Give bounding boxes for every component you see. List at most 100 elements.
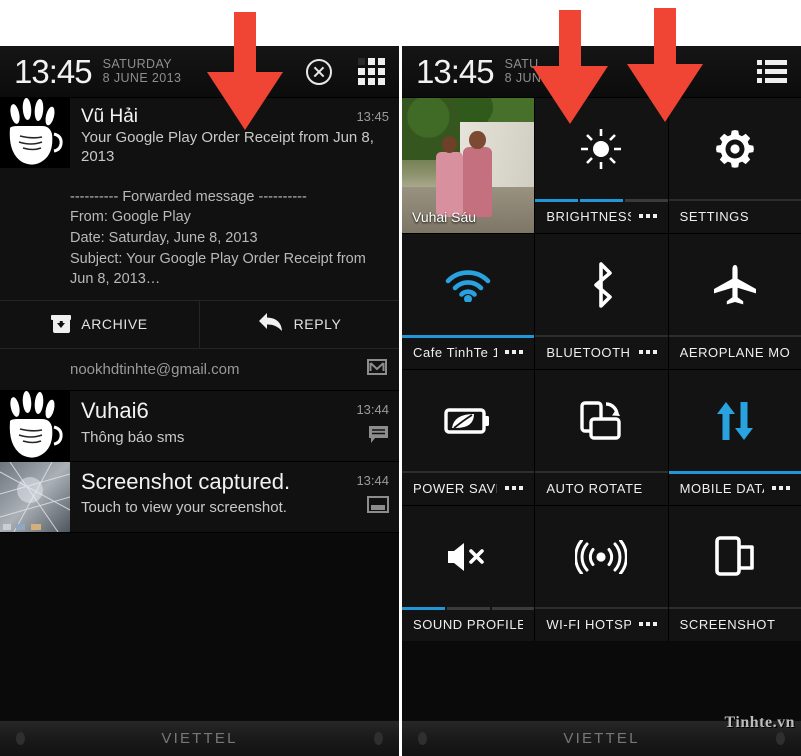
left-statusbar: 13:45 SATURDAY 8 JUNE 2013 bbox=[0, 46, 399, 98]
screenshot-icon bbox=[367, 495, 389, 518]
avatar bbox=[0, 98, 70, 168]
screenshot-tile-icon bbox=[669, 506, 801, 607]
tile-wifi[interactable]: Cafe TinhTe 1 bbox=[402, 234, 535, 369]
tile-bluetooth[interactable]: BLUETOOTH bbox=[535, 234, 668, 369]
annotation-arrow-1 bbox=[207, 12, 283, 132]
notification-subtitle: Touch to view your screenshot. bbox=[81, 498, 287, 516]
navbar-dot-left bbox=[418, 732, 427, 745]
annotation-arrow-2 bbox=[532, 10, 608, 130]
tile-divider bbox=[535, 335, 668, 337]
carrier-label: VIETTEL bbox=[563, 730, 640, 747]
tile-settings-footer: SETTINGS bbox=[668, 199, 801, 233]
notification-sms[interactable]: Vuhai6 13:44 Thông báo sms bbox=[0, 390, 399, 462]
overflow-dots-icon[interactable] bbox=[505, 486, 524, 490]
reply-label: REPLY bbox=[293, 316, 342, 333]
notification-time: 13:45 bbox=[356, 109, 389, 124]
tile-brightness-footer: BRIGHTNESS bbox=[535, 199, 668, 233]
navbar-dot-left bbox=[16, 732, 25, 745]
mobile-data-indicator bbox=[668, 471, 801, 474]
notification-screenshot[interactable]: Screenshot captured. 13:44 Touch to view… bbox=[0, 461, 399, 533]
hotspot-icon bbox=[535, 506, 667, 607]
list-view-icon[interactable] bbox=[757, 60, 787, 83]
notification-body: ---------- Forwarded message ---------- … bbox=[70, 188, 366, 288]
notification-subtitle: Your Google Play Order Receipt from Jun … bbox=[81, 129, 374, 165]
tile-power-save[interactable]: POWER SAVER bbox=[402, 370, 535, 505]
tile-label: Cafe TinhTe 1 bbox=[413, 344, 498, 360]
left-navbar: VIETTEL bbox=[0, 720, 399, 756]
notification-gmail[interactable]: Vũ Hải 13:45 Your Google Play Order Rece… bbox=[0, 98, 399, 391]
overflow-dots-icon[interactable] bbox=[771, 486, 790, 490]
tile-label: SETTINGS bbox=[679, 208, 750, 224]
bluetooth-icon bbox=[535, 234, 667, 335]
overflow-dots-icon[interactable] bbox=[638, 350, 657, 354]
annotation-arrow-3 bbox=[627, 8, 703, 128]
brightness-indicator[interactable] bbox=[535, 199, 668, 202]
tile-wifi-hotspot[interactable]: WI-FI HOTSPOT bbox=[535, 506, 668, 641]
tile-divider bbox=[402, 471, 535, 473]
left-date-label: 8 JUNE 2013 bbox=[102, 70, 182, 85]
tile-label: MOBILE DATA bbox=[679, 480, 764, 496]
tile-divider bbox=[668, 607, 801, 609]
tile-label: WI-FI HOTSPOT bbox=[546, 616, 631, 632]
tile-label: BRIGHTNESS bbox=[546, 208, 631, 224]
app-grid-icon[interactable] bbox=[358, 58, 385, 85]
archive-button[interactable]: ARCHIVE bbox=[0, 301, 199, 348]
quick-settings-grid: Vuhai Sáu BRIGHTNESS SETTINGS Cafe TinhT… bbox=[402, 98, 801, 641]
tile-divider bbox=[668, 199, 801, 201]
reply-arrow-icon bbox=[258, 312, 284, 337]
tile-sound-profile-footer: SOUND PROFILE bbox=[402, 607, 535, 641]
right-phone-panel: 13:45 SATU 8 JUN Vuhai Sáu BRIGHTNESS SE… bbox=[402, 46, 801, 756]
speaker-mute-icon bbox=[402, 506, 534, 607]
overflow-dots-icon[interactable] bbox=[505, 350, 524, 354]
watermark: Tinhte.vn bbox=[724, 714, 795, 731]
tile-sound-profile[interactable]: SOUND PROFILE bbox=[402, 506, 535, 641]
notification-subtitle: Thông báo sms bbox=[81, 428, 185, 446]
tile-label: POWER SAVER bbox=[413, 480, 497, 496]
mobile-data-arrows-icon bbox=[669, 370, 801, 471]
tile-bluetooth-footer: BLUETOOTH bbox=[535, 335, 668, 369]
aeroplane-icon bbox=[669, 234, 801, 335]
sound-profile-indicator[interactable] bbox=[402, 607, 535, 610]
tile-label: SCREENSHOT bbox=[679, 616, 776, 632]
tile-mobile-data[interactable]: MOBILE DATA bbox=[668, 370, 801, 505]
tile-aeroplane-mode[interactable]: AEROPLANE MODE bbox=[668, 234, 801, 369]
tile-screenshot[interactable]: SCREENSHOT bbox=[668, 506, 801, 641]
left-phone-panel: 13:45 SATURDAY 8 JUNE 2013 Vũ Hải 13:45 … bbox=[0, 46, 399, 756]
left-clock: 13:45 bbox=[14, 53, 93, 90]
screenshot-root: 13:45 SATURDAY 8 JUNE 2013 Vũ Hải 13:45 … bbox=[0, 0, 801, 756]
tile-aeroplane-footer: AEROPLANE MODE bbox=[668, 335, 801, 369]
tile-screenshot-footer: SCREENSHOT bbox=[668, 607, 801, 641]
tile-label: BLUETOOTH bbox=[546, 344, 631, 360]
tile-divider bbox=[535, 471, 668, 473]
notification-account-row[interactable]: nookhdtinhte@gmail.com bbox=[0, 347, 399, 390]
reply-button[interactable]: REPLY bbox=[199, 300, 399, 348]
notification-title: Vuhai6 bbox=[81, 397, 149, 423]
account-email: nookhdtinhte@gmail.com bbox=[70, 360, 240, 378]
overflow-dots-icon[interactable] bbox=[638, 214, 657, 218]
panel-divider bbox=[399, 0, 402, 756]
archive-label: ARCHIVE bbox=[81, 316, 148, 333]
tile-auto-rotate-footer: AUTO ROTATE bbox=[535, 471, 668, 505]
screenshot-thumbnail bbox=[0, 461, 70, 532]
battery-leaf-icon bbox=[402, 370, 534, 471]
close-circle-icon[interactable] bbox=[306, 58, 332, 85]
carrier-label: VIETTEL bbox=[161, 730, 238, 747]
wifi-icon bbox=[402, 234, 534, 335]
tile-wifi-hotspot-footer: WI-FI HOTSPOT bbox=[535, 607, 668, 641]
notification-time: 13:44 bbox=[356, 472, 389, 488]
tile-mobile-data-footer: MOBILE DATA bbox=[668, 471, 801, 505]
tile-wifi-footer: Cafe TinhTe 1 bbox=[402, 335, 535, 369]
navbar-dot-right bbox=[776, 732, 785, 745]
overflow-dots-icon[interactable] bbox=[638, 622, 657, 626]
tile-divider bbox=[535, 607, 668, 609]
tile-power-save-footer: POWER SAVER bbox=[402, 471, 535, 505]
tile-auto-rotate[interactable]: AUTO ROTATE bbox=[535, 370, 668, 505]
archive-icon bbox=[51, 315, 72, 334]
notification-actions: ARCHIVE REPLY bbox=[0, 299, 399, 348]
tile-contact-photo[interactable]: Vuhai Sáu bbox=[402, 98, 535, 233]
left-date-block: SATURDAY 8 JUNE 2013 bbox=[102, 57, 182, 85]
navbar-dot-right bbox=[374, 732, 383, 745]
notification-time: 13:44 bbox=[356, 401, 389, 417]
wifi-indicator bbox=[402, 335, 535, 338]
sms-bubble-icon bbox=[368, 425, 389, 449]
